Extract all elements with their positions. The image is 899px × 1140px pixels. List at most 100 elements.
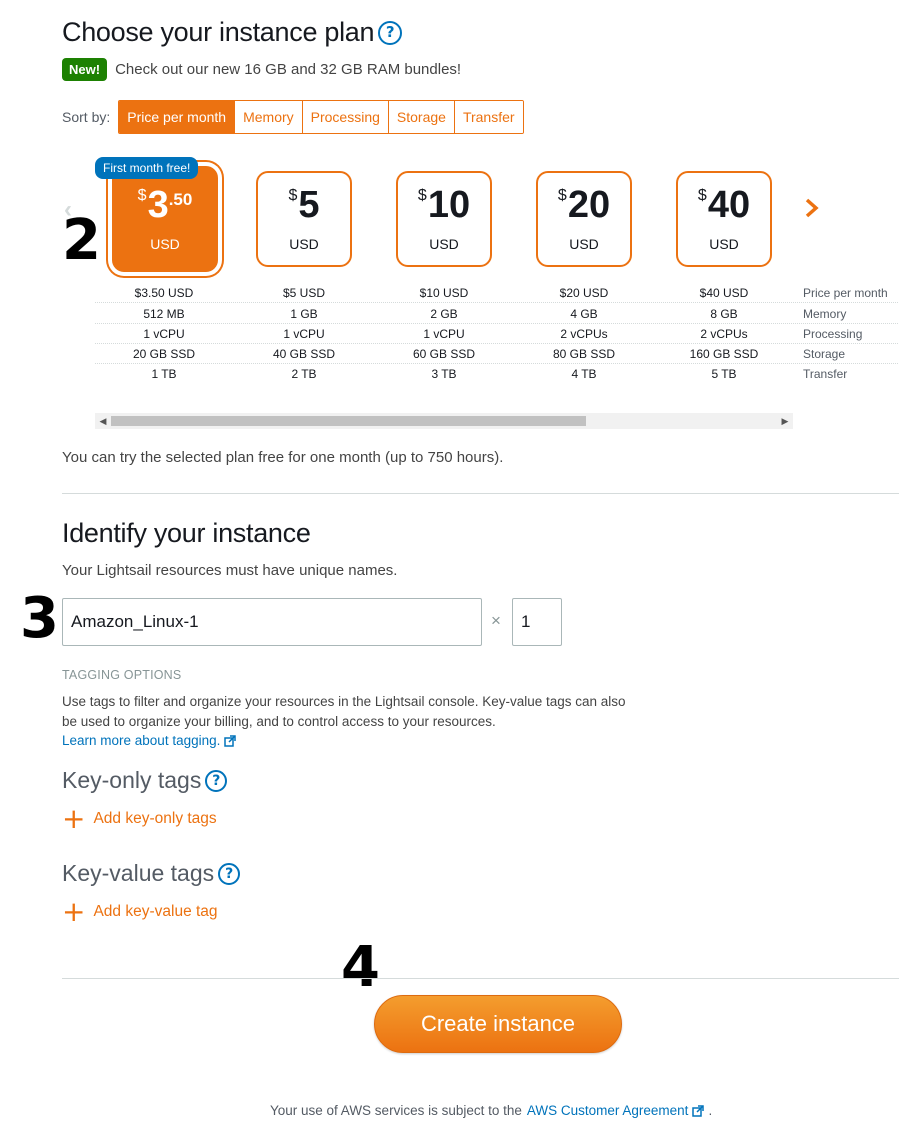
sort-memory-button[interactable]: Memory [235, 101, 303, 133]
price-amount: 5 [298, 184, 320, 226]
spec-row-transfer: 1 TB 2 TB 3 TB 4 TB 5 TB Transfer [95, 364, 898, 384]
plan-card-40[interactable]: $ 40 USD [676, 171, 772, 267]
sort-transfer-button[interactable]: Transfer [454, 101, 523, 133]
spec-cell: 8 GB [710, 307, 738, 321]
help-icon[interactable]: ? [205, 769, 228, 792]
scroll-right-icon[interactable]: ▶ [777, 413, 793, 429]
new-badge: New! [62, 58, 108, 81]
plan-card-3-50[interactable]: $ 3 .50 USD [112, 166, 218, 272]
spec-cell: 160 GB SSD [689, 347, 759, 361]
plan-card-20[interactable]: $ 20 USD [536, 171, 632, 267]
help-icon[interactable]: ? [218, 862, 241, 885]
spec-cell: 1 GB [290, 307, 318, 321]
tagging-description: Use tags to filter and organize your res… [62, 692, 702, 732]
plan-card-10[interactable]: $ 10 USD [396, 171, 492, 267]
currency-symbol: $ [697, 187, 707, 204]
spec-cell: $5 USD [282, 286, 326, 300]
step-marker-4: 4 [341, 935, 380, 1000]
spec-cell: 20 GB SSD [132, 347, 196, 361]
currency-symbol: $ [557, 187, 567, 204]
tagging-desc-line-1: Use tags to filter and organize your res… [62, 694, 626, 709]
scroll-left-icon[interactable]: ◀ [95, 413, 111, 429]
add-key-value-label: Add key-value tag [93, 903, 218, 920]
spec-cell: 1 vCPU [143, 327, 185, 341]
currency-symbol: $ [417, 187, 427, 204]
spec-cell: 2 vCPUs [560, 327, 608, 341]
spec-cell: 80 GB SSD [552, 347, 616, 361]
sort-button-group: Price per month Memory Processing Storag… [118, 100, 524, 134]
plan-currency: USD [150, 236, 180, 252]
spec-cell: $3.50 USD [134, 286, 194, 300]
spec-cell: 512 MB [143, 307, 185, 321]
plan-currency: USD [709, 236, 739, 252]
help-icon[interactable]: ? [378, 20, 403, 45]
currency-symbol: $ [288, 187, 298, 204]
spec-cell: 4 TB [571, 367, 597, 381]
plan-currency: USD [429, 236, 459, 252]
price-amount: 20 [567, 184, 611, 226]
sort-storage-button[interactable]: Storage [388, 101, 455, 133]
spec-row-label: Memory [803, 307, 847, 321]
key-only-tags-header: Key-only tags ? [62, 767, 228, 794]
plan-card-5[interactable]: $ 5 USD [256, 171, 352, 267]
spec-cell: 60 GB SSD [412, 347, 476, 361]
spec-cell: 2 GB [430, 307, 458, 321]
sort-label: Sort by: [62, 109, 111, 125]
promo-banner: New! Check out our new 16 GB and 32 GB R… [62, 58, 461, 81]
footer: Your use of AWS services is subject to t… [270, 1103, 712, 1118]
multiply-icon: × [491, 611, 501, 630]
external-link-icon [692, 1104, 705, 1117]
sort-processing-button[interactable]: Processing [302, 101, 389, 133]
key-value-tags-title: Key-value tags [62, 860, 215, 886]
free-trial-note: You can try the selected plan free for o… [62, 449, 504, 466]
identify-subtitle: Your Lightsail resources must have uniqu… [62, 562, 398, 579]
promo-text: Check out our new 16 GB and 32 GB RAM bu… [115, 61, 462, 78]
external-link-icon [224, 734, 237, 747]
instance-name-input[interactable]: Amazon_Linux-1 [62, 598, 482, 646]
price-cents: .50 [168, 190, 193, 209]
spec-cell: $40 USD [699, 286, 749, 300]
learn-more-link[interactable]: Learn more about tagging. [62, 733, 237, 748]
key-only-tags-title: Key-only tags [62, 767, 202, 793]
price-amount: 40 [707, 184, 751, 226]
price-amount: 3 [147, 184, 169, 226]
tagging-options-title: TAGGING OPTIONS [62, 668, 182, 682]
plus-icon: + [62, 802, 86, 835]
spec-cell: $10 USD [419, 286, 469, 300]
spec-cell: 2 vCPUs [700, 327, 748, 341]
spec-cell: 5 TB [711, 367, 737, 381]
spec-row-label: Price per month [803, 286, 888, 300]
sort-price-button[interactable]: Price per month [119, 101, 236, 133]
aws-customer-agreement-link[interactable]: AWS Customer Agreement [527, 1103, 689, 1118]
spec-cell: 40 GB SSD [272, 347, 336, 361]
first-month-free-badge: First month free! [95, 157, 199, 179]
spec-cell: 2 TB [291, 367, 317, 381]
add-key-value-tag-button[interactable]: + Add key-value tag [62, 898, 218, 926]
spec-cell: 1 vCPU [423, 327, 465, 341]
plan-price: $ 10 [418, 186, 470, 224]
spec-row-label: Processing [803, 327, 863, 341]
add-key-only-tags-button[interactable]: + Add key-only tags [62, 805, 217, 833]
scrollbar-thumb[interactable] [111, 416, 586, 426]
section-divider [62, 978, 899, 979]
chevron-right-icon[interactable] [803, 196, 821, 225]
key-value-tags-header: Key-value tags ? [62, 860, 241, 887]
spec-cell: 3 TB [431, 367, 457, 381]
instance-count-input[interactable]: 1 [512, 598, 562, 646]
spec-row-label: Storage [803, 347, 846, 361]
horizontal-scrollbar[interactable]: ◀ ▶ [95, 413, 793, 429]
plan-price: $ 3 .50 [138, 186, 193, 224]
section-divider [62, 493, 899, 494]
plan-price: $ 5 [288, 186, 319, 224]
spec-cell: 4 GB [570, 307, 598, 321]
footer-prefix: Your use of AWS services is subject to t… [270, 1103, 522, 1118]
plan-section-header: Choose your instance plan ? [62, 17, 403, 48]
spec-cell: 1 TB [151, 367, 177, 381]
footer-suffix: . [708, 1103, 713, 1118]
create-instance-button[interactable]: Create instance [374, 995, 622, 1053]
plus-icon: + [62, 895, 86, 928]
add-key-only-label: Add key-only tags [93, 810, 217, 827]
step-marker-2: 2 [62, 208, 101, 273]
spec-row-processing: 1 vCPU 1 vCPU 1 vCPU 2 vCPUs 2 vCPUs Pro… [95, 324, 898, 344]
learn-more-text[interactable]: Learn more about tagging. [62, 733, 220, 748]
